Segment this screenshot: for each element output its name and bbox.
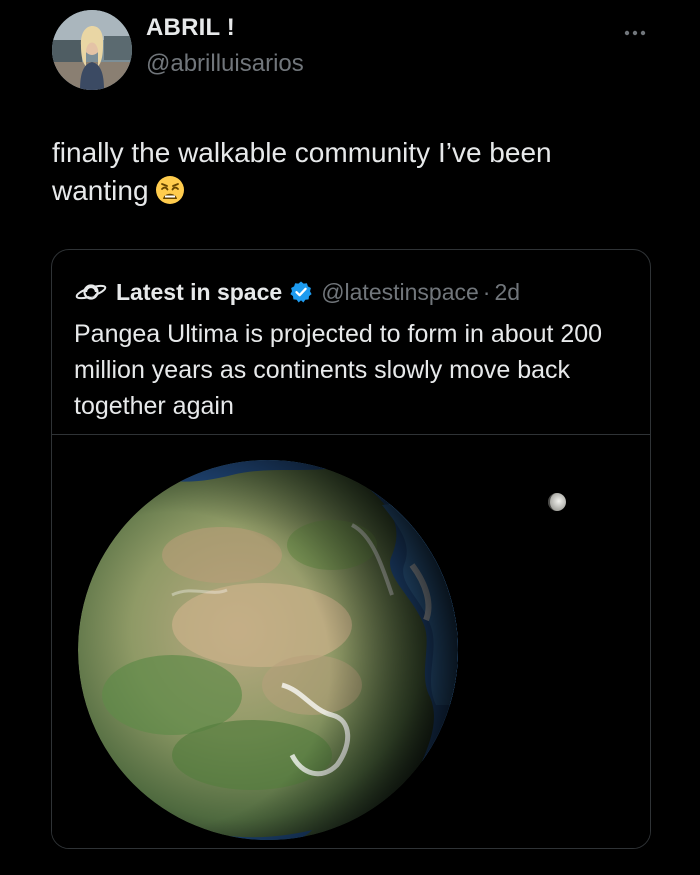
author-avatar[interactable] bbox=[52, 10, 132, 90]
quoted-timestamp[interactable]: 2d bbox=[494, 279, 520, 306]
tweet-text: finally the walkable community I’ve been… bbox=[52, 137, 552, 206]
quoted-tweet-card[interactable]: Latest in space @latestinspace · 2d Pang… bbox=[51, 249, 651, 849]
author-handle[interactable]: @abrilluisarios bbox=[146, 50, 304, 78]
moon bbox=[548, 493, 566, 511]
weary-face-emoji-icon bbox=[155, 175, 185, 215]
quoted-tweet-header: Latest in space @latestinspace · 2d bbox=[74, 276, 520, 308]
quoted-author-handle[interactable]: @latestinspace bbox=[321, 279, 479, 306]
tweet-text-block: finally the walkable community I’ve been… bbox=[52, 134, 652, 215]
quoted-tweet-text: Pangea Ultima is projected to form in ab… bbox=[74, 320, 603, 420]
verified-badge-icon bbox=[289, 280, 313, 304]
author-name[interactable]: ABRIL ! bbox=[146, 14, 235, 42]
quoted-media-image[interactable] bbox=[52, 434, 650, 848]
tweet[interactable]: ABRIL ! @abrilluisarios finally the walk… bbox=[0, 0, 700, 875]
quoted-author-name[interactable]: Latest in space bbox=[116, 279, 282, 306]
separator-dot: · bbox=[482, 278, 491, 305]
saturn-logo-icon[interactable] bbox=[74, 280, 108, 304]
more-horizontal-icon[interactable] bbox=[620, 22, 650, 44]
